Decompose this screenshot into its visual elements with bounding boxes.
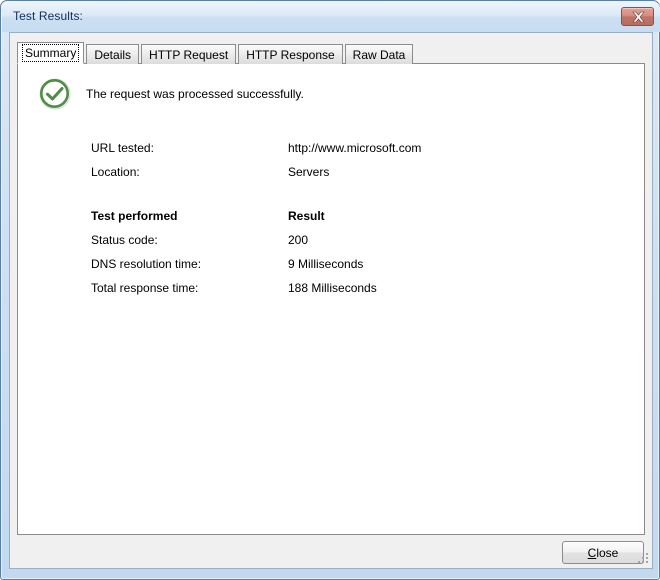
- result-label-status-code: Status code:: [91, 233, 158, 247]
- tab-http-request[interactable]: HTTP Request: [141, 44, 237, 64]
- result-row-total-response-time: Total response time: 188 Milliseconds: [91, 276, 611, 300]
- tab-raw-data-label: Raw Data: [352, 47, 406, 62]
- result-row-status-code: Status code: 200: [91, 228, 611, 252]
- close-button-accelerator: C: [587, 545, 597, 560]
- close-button[interactable]: Close: [562, 541, 644, 564]
- info-value-url-tested: http://www.microsoft.com: [288, 141, 422, 155]
- tab-raw-data[interactable]: Raw Data: [344, 44, 414, 64]
- info-value-location: Servers: [288, 165, 330, 179]
- close-button-label: lose: [596, 545, 619, 560]
- window-title: Test Results:: [13, 9, 83, 23]
- info-row-url-tested: URL tested: http://www.microsoft.com: [91, 136, 611, 160]
- tab-summary-label: Summary: [21, 44, 80, 62]
- result-row-dns-resolution-time: DNS resolution time: 9 Milliseconds: [91, 252, 611, 276]
- status-message-row: The request was processed successfully.: [38, 77, 304, 111]
- tab-strip: Summary Details HTTP Request HTTP Respon…: [17, 42, 415, 64]
- close-window-button[interactable]: [621, 7, 654, 26]
- tab-details-label: Details: [94, 47, 132, 62]
- info-row-location: Location: Servers: [91, 160, 611, 184]
- summary-tab-panel: The request was processed successfully. …: [17, 63, 645, 535]
- success-check-circle-icon: [39, 78, 71, 110]
- result-value-status-code: 200: [288, 233, 309, 247]
- dialog-client-area: Summary Details HTTP Request HTTP Respon…: [9, 32, 653, 569]
- results-header-value: Result: [288, 209, 325, 223]
- resize-grip[interactable]: [638, 553, 650, 565]
- close-x-icon: [632, 11, 645, 23]
- tab-http-response[interactable]: HTTP Response: [238, 44, 343, 64]
- result-value-dns-resolution-time: 9 Milliseconds: [288, 257, 364, 271]
- status-message-text: The request was processed successfully.: [86, 87, 304, 101]
- tab-details[interactable]: Details: [86, 44, 140, 64]
- info-label-location: Location:: [91, 165, 140, 179]
- info-label-url-tested: URL tested:: [91, 141, 154, 155]
- tab-http-request-label: HTTP Request: [149, 47, 229, 62]
- summary-info-grid: URL tested: http://www.microsoft.com Loc…: [91, 136, 611, 300]
- result-value-total-response-time: 188 Milliseconds: [288, 281, 377, 295]
- tab-summary[interactable]: Summary: [17, 42, 85, 64]
- window-titlebar: Test Results:: [2, 2, 660, 32]
- info-grid-spacer: [91, 184, 611, 204]
- results-header-label: Test performed: [91, 209, 178, 223]
- test-results-window: Test Results: Summary Details HTTP Reque…: [0, 0, 660, 580]
- tab-http-response-label: HTTP Response: [246, 47, 335, 62]
- results-header-row: Test performed Result: [91, 204, 611, 228]
- result-label-total-response-time: Total response time:: [91, 281, 199, 295]
- result-label-dns-resolution-time: DNS resolution time:: [91, 257, 202, 271]
